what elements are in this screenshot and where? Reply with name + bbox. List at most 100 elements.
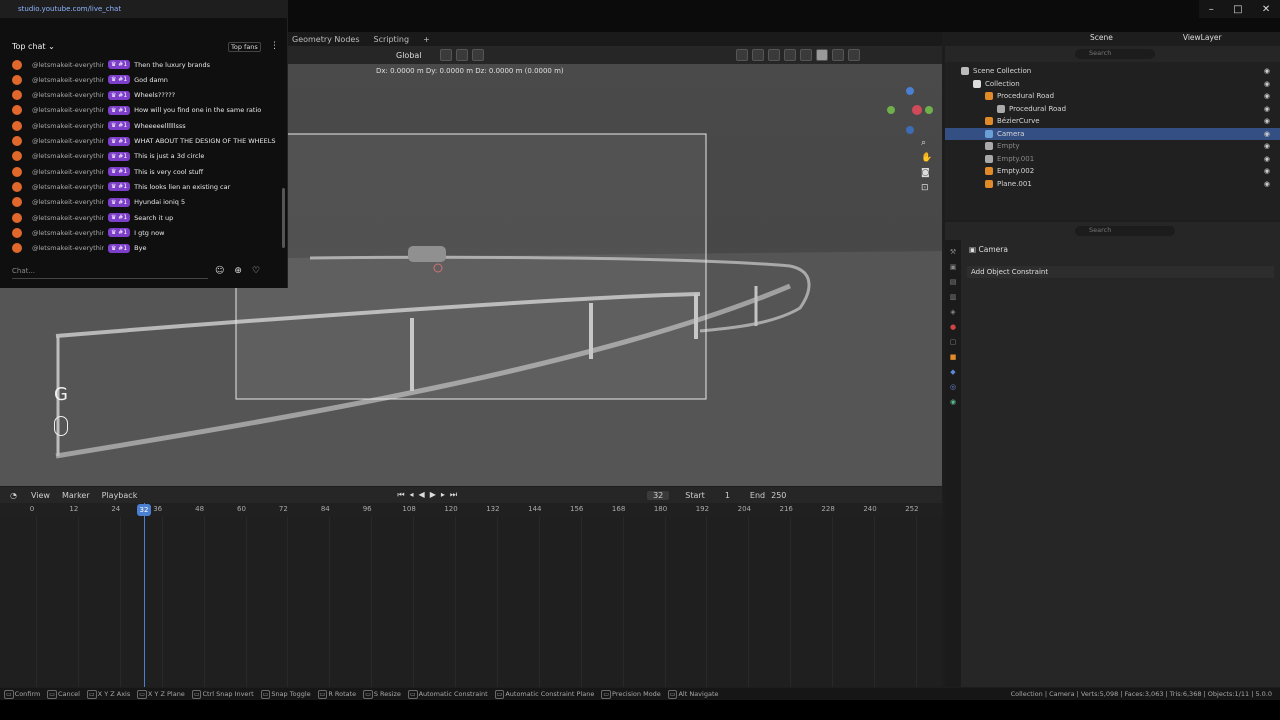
chat-scrollbar[interactable] <box>282 188 285 248</box>
jump-start-icon[interactable]: ⏮ <box>397 490 404 500</box>
add-constraint-dropdown[interactable]: Add Object Constraint <box>967 266 1274 278</box>
chat-username[interactable]: @letsmakeit-everything <box>32 91 104 99</box>
add-icon[interactable]: ⊕ <box>234 266 242 276</box>
chat-message[interactable]: @letsmakeit-everything ♛ #1 Wheeeeelllll… <box>12 118 186 133</box>
outliner-row[interactable]: Empty ◉ <box>945 140 1280 153</box>
tab-geometry-nodes[interactable]: Geometry Nodes <box>292 35 359 44</box>
eye-icon[interactable]: ◉ <box>1264 105 1270 113</box>
chat-message[interactable]: @letsmakeit-everything ♛ #1 Hyundai ioni… <box>12 195 185 210</box>
chat-message[interactable]: @letsmakeit-everything ♛ #1 This looks l… <box>12 179 230 194</box>
outliner-row[interactable]: Camera ◉ <box>945 127 1280 140</box>
playhead-line[interactable] <box>144 503 145 687</box>
emoji-icon[interactable]: ☺ <box>215 266 224 276</box>
avatar[interactable] <box>12 105 22 116</box>
overlay-icon[interactable] <box>767 49 780 61</box>
outliner-tree[interactable]: Scene Collection ◉ Collection ◉ Procedur… <box>945 62 1280 220</box>
avatar[interactable] <box>12 59 22 70</box>
render-tab-icon[interactable]: ▣ <box>950 263 957 271</box>
solid-shading-icon[interactable] <box>815 49 828 61</box>
avatar[interactable] <box>12 120 22 131</box>
constraint-tab-icon[interactable]: ◎ <box>950 383 956 391</box>
chat-message[interactable]: @letsmakeit-everything ♛ #1 Search it up <box>12 210 173 225</box>
chat-username[interactable]: @letsmakeit-everything <box>32 229 104 237</box>
output-tab-icon[interactable]: ▤ <box>950 278 957 286</box>
chat-username[interactable]: @letsmakeit-everything <box>32 168 104 176</box>
chat-message[interactable]: @letsmakeit-everything ♛ #1 Bye <box>12 241 146 256</box>
outliner-search[interactable]: Search <box>1075 49 1155 59</box>
gizmo-toggle-icon[interactable] <box>751 49 764 61</box>
eye-icon[interactable]: ◉ <box>1264 130 1270 138</box>
eye-icon[interactable]: ◉ <box>1264 67 1270 75</box>
eye-icon[interactable]: ◉ <box>1264 92 1270 100</box>
tab-scripting[interactable]: Scripting <box>373 35 409 44</box>
prev-key-icon[interactable]: ◂ <box>410 490 414 500</box>
chat-input[interactable]: Chat... <box>12 263 208 279</box>
chat-message[interactable]: @letsmakeit-everything ♛ #1 I gtg now <box>12 225 164 240</box>
chat-username[interactable]: @letsmakeit-everything <box>32 244 104 252</box>
next-key-icon[interactable]: ▸ <box>441 490 445 500</box>
browser-url-bar[interactable]: studio.youtube.com/live_chat <box>0 0 288 18</box>
gizmo-x-icon[interactable] <box>912 105 922 115</box>
object-tab-icon[interactable]: ■ <box>950 353 957 361</box>
data-tab-icon[interactable]: ◉ <box>950 398 956 406</box>
chat-message[interactable]: @letsmakeit-everything ♛ #1 Then the lux… <box>12 57 210 72</box>
eye-icon[interactable]: ◉ <box>1264 80 1270 88</box>
outliner-row[interactable]: Empty.001 ◉ <box>945 153 1280 166</box>
chat-message[interactable]: @letsmakeit-everything ♛ #1 How will you… <box>12 103 261 118</box>
avatar[interactable] <box>12 136 22 146</box>
avatar[interactable] <box>12 74 22 85</box>
chat-username[interactable]: @letsmakeit-everything <box>32 61 104 69</box>
top-fans-button[interactable]: Top fans <box>228 42 261 52</box>
play-icon[interactable]: ▶ <box>430 490 436 500</box>
gizmo-y-icon[interactable] <box>887 106 895 114</box>
chat-message[interactable]: @letsmakeit-everything ♛ #1 Wheels????? <box>12 88 175 103</box>
minimize-icon[interactable]: – <box>1209 4 1214 15</box>
chat-username[interactable]: @letsmakeit-everything <box>32 183 104 191</box>
scene-selector[interactable]: Scene <box>1090 33 1113 42</box>
chat-message[interactable]: @letsmakeit-everything ♛ #1 God damn <box>12 72 168 87</box>
timeline-marker-menu[interactable]: Marker <box>62 491 90 500</box>
orientation-dropdown[interactable]: Global <box>396 51 422 60</box>
chat-message[interactable]: @letsmakeit-everything ♛ #1 This is very… <box>12 164 203 179</box>
pivot-icon[interactable] <box>439 49 452 61</box>
eye-icon[interactable]: ◉ <box>1264 117 1270 125</box>
wireframe-shading-icon[interactable] <box>799 49 812 61</box>
outliner-row[interactable]: Procedural Road ◉ <box>945 103 1280 116</box>
timeline-area[interactable] <box>0 517 942 687</box>
gizmo-neg-y-icon[interactable] <box>925 106 933 114</box>
outliner-row[interactable]: Procedural Road ◉ <box>945 90 1280 103</box>
view-layer-tab-icon[interactable]: ▥ <box>950 293 957 301</box>
rendered-shading-icon[interactable] <box>847 49 860 61</box>
xray-icon[interactable] <box>783 49 796 61</box>
collection-tab-icon[interactable]: ▢ <box>950 338 957 346</box>
avatar[interactable] <box>12 166 22 177</box>
eye-icon[interactable]: ◉ <box>1264 142 1270 150</box>
chat-message[interactable]: @letsmakeit-everything ♛ #1 This is just… <box>12 149 204 164</box>
gizmo-z-icon[interactable] <box>906 87 914 95</box>
eye-icon[interactable]: ◉ <box>1264 167 1270 175</box>
chat-username[interactable]: @letsmakeit-everything <box>32 106 104 114</box>
chat-username[interactable]: @letsmakeit-everything <box>32 214 104 222</box>
chat-username[interactable]: @letsmakeit-everything <box>32 152 104 160</box>
avatar[interactable] <box>12 151 22 162</box>
outliner-row[interactable]: BézierCurve ◉ <box>945 115 1280 128</box>
lock-icon[interactable]: ⊡ <box>921 183 932 193</box>
outliner-row[interactable]: Plane.001 ◉ <box>945 178 1280 191</box>
chat-message-list[interactable]: @letsmakeit-everything ♛ #1 Then the lux… <box>0 57 282 257</box>
proportional-icon[interactable] <box>471 49 484 61</box>
avatar[interactable] <box>12 197 22 208</box>
modifier-tab-icon[interactable]: ◆ <box>950 368 955 376</box>
maximize-icon[interactable]: □ <box>1233 4 1242 15</box>
timeline-playback-menu[interactable]: Playback <box>102 491 138 500</box>
current-frame-field[interactable]: 32 <box>647 490 670 500</box>
world-tab-icon[interactable]: ● <box>950 323 956 331</box>
chat-username[interactable]: @letsmakeit-everything <box>32 198 104 206</box>
chat-username[interactable]: @letsmakeit-everything <box>32 122 104 130</box>
heart-icon[interactable]: ♡ <box>252 266 260 276</box>
avatar[interactable] <box>12 90 22 101</box>
close-icon[interactable]: ✕ <box>1262 4 1270 15</box>
avatar[interactable] <box>12 243 22 254</box>
add-workspace-button[interactable]: + <box>423 35 430 44</box>
pan-hand-icon[interactable]: ✋ <box>921 153 932 163</box>
play-reverse-icon[interactable]: ◀ <box>419 490 425 500</box>
